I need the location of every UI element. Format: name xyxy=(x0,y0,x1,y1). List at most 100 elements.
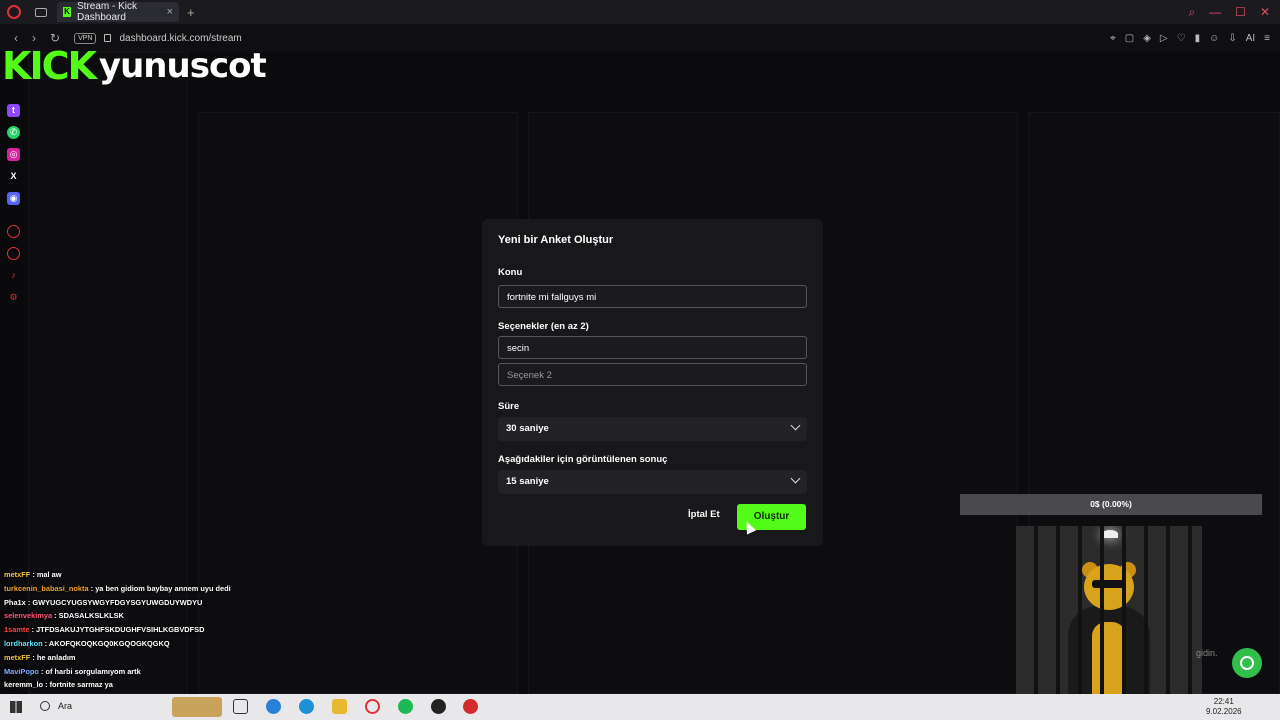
chat-message: turkcenin_babasi_nokta : ya ben gidiom b… xyxy=(4,582,304,596)
headset-icon xyxy=(1240,656,1254,670)
option-2-input[interactable]: Seçenek 2 xyxy=(498,363,807,386)
discord-icon[interactable]: ◉ xyxy=(7,192,20,205)
result-duration-label: Aşağıdakiler için görüntülenen sonuç xyxy=(498,454,668,465)
browser-tab-bar: K Stream - Kick Dashboard × + ⌕ — ☐ ✕ xyxy=(0,0,1280,24)
tab-title: Stream - Kick Dashboard xyxy=(77,1,138,23)
modal-title: Yeni bir Anket Oluştur xyxy=(498,234,614,246)
chat-message: 1samte : JTFDSAKUJYTGHFSKDUGHFVSIHLKGBVD… xyxy=(4,623,304,637)
option-1-input[interactable]: secin xyxy=(498,336,807,359)
heart-icon[interactable]: ♡ xyxy=(1177,33,1186,44)
poll-progress-bar: 0$ (0.00%) xyxy=(960,494,1262,515)
tab-islands-icon[interactable] xyxy=(35,7,47,17)
snapshot-icon[interactable]: ▢ xyxy=(1125,33,1134,44)
task-view-icon[interactable] xyxy=(233,699,248,714)
new-tab-button[interactable]: + xyxy=(187,5,195,20)
x-icon[interactable]: X xyxy=(7,170,20,183)
chat-message: keremm_lo : fortnite sarmaz ya xyxy=(4,678,304,692)
wallet-icon[interactable]: ▮ xyxy=(1195,33,1201,44)
chat-username: lordharkon xyxy=(4,638,43,648)
clock-time: 22:41 xyxy=(1213,697,1234,706)
browser-tab[interactable]: K Stream - Kick Dashboard × xyxy=(57,1,179,23)
chat-username: metxFF xyxy=(4,652,31,662)
create-poll-modal: Yeni bir Anket Oluştur Konu fortnite mi … xyxy=(482,219,823,546)
help-chat-button[interactable] xyxy=(1232,648,1262,678)
jail-bars-shape xyxy=(1016,526,1202,694)
chat-text: : SDASALKSLKLSK xyxy=(52,611,124,621)
reload-icon[interactable]: ↻ xyxy=(50,31,60,45)
windows-taskbar: Ara 22:41 9.02.2026 xyxy=(0,694,1280,720)
chat-username: keremm_lo xyxy=(4,680,44,690)
tab-close-icon[interactable]: × xyxy=(167,6,173,18)
settings-icon[interactable]: ⚙ xyxy=(7,291,20,304)
options-label: Seçenekler (en az 2) xyxy=(498,321,589,332)
chat-message: selenvekimya : SDASALKSLKLSK xyxy=(4,609,304,623)
kick-favicon-icon: K xyxy=(63,7,72,17)
twitch-icon[interactable]: t xyxy=(7,104,20,117)
instagram-icon[interactable]: ◎ xyxy=(7,148,20,161)
edge-icon[interactable] xyxy=(299,699,314,714)
streamer-name: yunuscot xyxy=(98,46,267,86)
chat-message: MaviPopo : of harbi sorgulamıyom artk xyxy=(4,665,304,679)
spotify-icon[interactable] xyxy=(398,699,413,714)
history-icon[interactable] xyxy=(7,247,20,260)
chat-username: 1samte xyxy=(4,625,30,635)
ai-button[interactable]: AI xyxy=(1246,33,1255,44)
chat-text: : fortnite sarmaz ya xyxy=(43,680,113,690)
weather-widget-icon[interactable] xyxy=(172,697,222,717)
duration-label: Süre xyxy=(498,401,520,412)
download-icon[interactable]: ⇩ xyxy=(1228,33,1236,44)
vpn-badge[interactable]: VPN xyxy=(74,32,97,44)
duration-select[interactable]: 30 saniye xyxy=(498,417,807,441)
kick-brand-logo: KICK xyxy=(2,44,97,88)
clock[interactable]: 22:41 9.02.2026 xyxy=(1206,697,1242,717)
result-duration-value: 15 saniye xyxy=(506,476,549,487)
pin-icon[interactable]: ⌖ xyxy=(1110,33,1116,44)
opera-taskbar-icon[interactable] xyxy=(365,699,380,714)
chat-text: : he anladım xyxy=(30,652,76,662)
topic-label: Konu xyxy=(498,267,523,278)
menu-icon[interactable]: ≡ xyxy=(1264,33,1270,44)
character-image xyxy=(1016,526,1202,694)
windows-start-icon[interactable] xyxy=(10,701,22,713)
search-tabs-icon[interactable]: ⌕ xyxy=(1188,5,1195,20)
chat-text: : ya ben gidiom baybay annem uyu dedi xyxy=(88,583,231,593)
chat-username: selenvekimya xyxy=(4,611,53,621)
copilot-icon[interactable] xyxy=(266,699,281,714)
taskbar-search[interactable]: Ara xyxy=(58,701,72,711)
chat-message: lordharkon : AKOFQKOQKGQ0KGQOGKQGKQ xyxy=(4,637,304,651)
file-explorer-icon[interactable] xyxy=(332,699,347,714)
profile-icon[interactable]: ☺ xyxy=(1209,33,1219,44)
lock-icon[interactable] xyxy=(104,34,112,42)
chat-text: : of harbi sorgulamıyom artk xyxy=(38,666,141,676)
chat-message: Pha1x : GWYUGCYUGSYWGYFDGYSGYUWGDUYWDYU xyxy=(4,596,304,610)
opera-logo-icon[interactable] xyxy=(7,5,21,19)
whatsapp-icon[interactable]: ✆ xyxy=(7,126,20,139)
result-duration-select[interactable]: 15 saniye xyxy=(498,470,807,494)
player-icon[interactable]: ▷ xyxy=(1160,33,1168,44)
chevron-down-icon xyxy=(790,473,801,484)
chat-text: : mal aw xyxy=(30,570,62,579)
forward-icon[interactable]: › xyxy=(32,31,36,45)
url-field[interactable]: dashboard.kick.com/stream xyxy=(119,33,241,44)
minimize-icon[interactable]: — xyxy=(1209,5,1221,19)
stream-overlay-logo: KICK yunuscot xyxy=(2,44,267,88)
chat-username: turkcenin_babasi_nokta xyxy=(4,583,89,593)
app-icon[interactable] xyxy=(431,699,446,714)
search-icon[interactable] xyxy=(40,701,50,711)
chat-text: : AKOFQKOQKGQ0KGQOGKQGKQ xyxy=(42,638,170,648)
player-sidebar-icon[interactable]: ♪ xyxy=(7,269,20,282)
window-controls: ⌕ — ☐ ✕ xyxy=(1188,0,1280,24)
back-icon[interactable]: ‹ xyxy=(14,31,18,45)
shield-icon[interactable]: ◈ xyxy=(1143,33,1151,44)
chat-username: Pha1x xyxy=(4,597,26,607)
cancel-button[interactable]: İptal Et xyxy=(688,509,720,520)
maximize-icon[interactable]: ☐ xyxy=(1235,5,1246,19)
topic-input[interactable]: fortnite mi fallguys mi xyxy=(498,285,807,308)
extension-icons: ⌖ ▢ ◈ ▷ ♡ ▮ ☺ ⇩ AI ≡ xyxy=(1110,24,1270,52)
messenger-icon[interactable] xyxy=(7,225,20,238)
chat-text: : JTFDSAKUJYTGHFSKDUGHFVSIHLKGBVDFSD xyxy=(29,625,205,635)
obs-icon[interactable] xyxy=(463,699,478,714)
chat-message: metxFF : he anladım xyxy=(4,651,304,665)
progress-label: 0$ (0.00%) xyxy=(1090,499,1132,509)
close-window-icon[interactable]: ✕ xyxy=(1260,5,1270,19)
